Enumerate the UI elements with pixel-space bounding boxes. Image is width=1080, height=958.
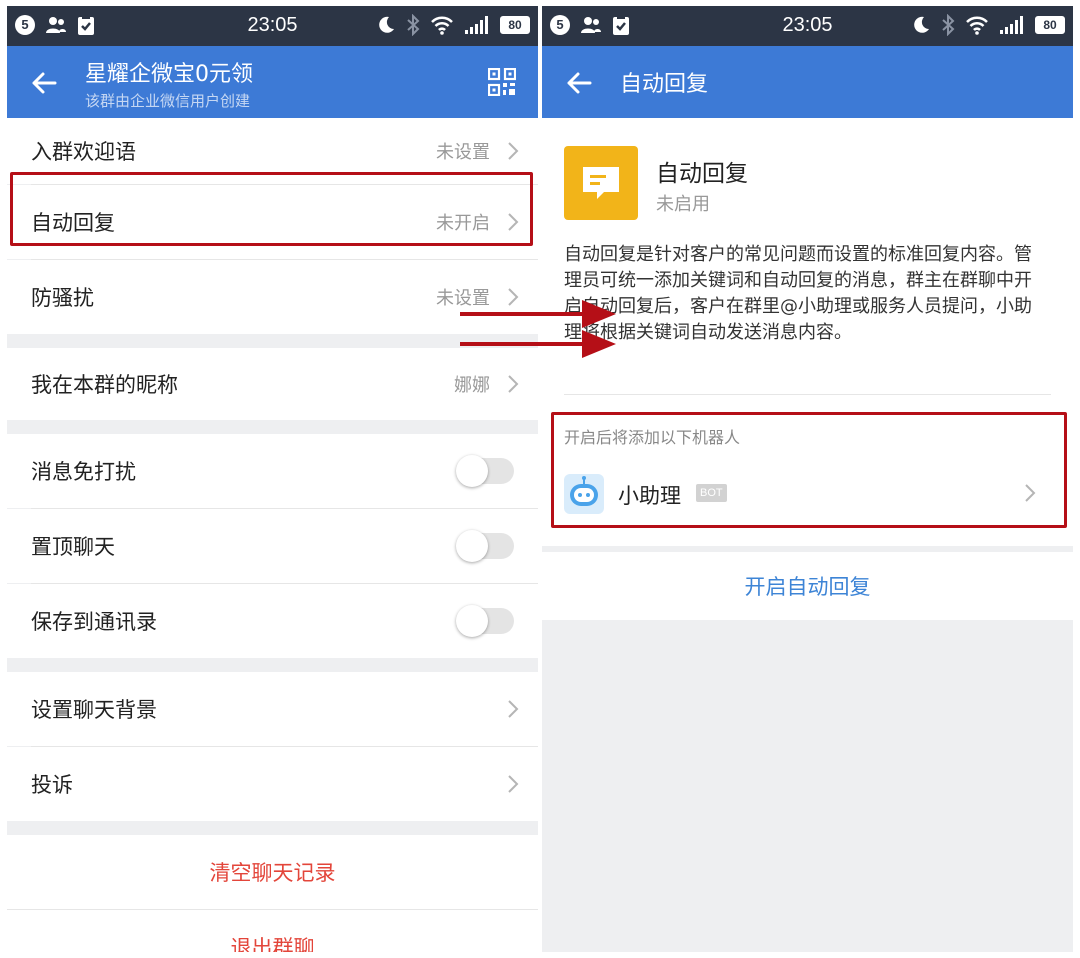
highlight-box-auto-reply <box>10 172 533 246</box>
bluetooth-icon <box>942 14 955 36</box>
pin-chat-toggle[interactable] <box>456 530 514 562</box>
row-label: 保存到通讯录 <box>31 610 157 634</box>
auto-reply-screen: 5 23:05 80 自动回复 自动回复 未启用 自动回复是针对客户的常见问题而… <box>542 6 1073 952</box>
clear-history-button[interactable]: 清空聊天记录 <box>7 835 538 909</box>
row-value: 娜娜 <box>454 375 490 396</box>
arrow-left-icon[interactable] <box>29 68 59 98</box>
row-label: 投诉 <box>31 773 73 797</box>
section-gap <box>7 658 538 672</box>
row-value: 未设置 <box>436 142 490 163</box>
status-bar: 5 23:05 80 <box>7 6 538 46</box>
battery-indicator: 80 <box>500 16 530 34</box>
group-subtitle: 该群由企业微信用户创建 <box>85 92 251 110</box>
settings-row-save-contacts[interactable]: 保存到通讯录 <box>7 584 538 658</box>
group-name: 星耀企微宝0元领 <box>85 62 253 87</box>
row-label: 防骚扰 <box>31 286 94 310</box>
arrow-right-icon <box>460 300 616 328</box>
settings-row-pin-chat[interactable]: 置顶聊天 <box>7 509 538 583</box>
wifi-icon <box>966 16 988 35</box>
toggle-knob <box>456 605 488 637</box>
row-label: 我在本群的昵称 <box>31 373 178 397</box>
chevron-right-icon <box>508 375 519 393</box>
status-bar: 5 23:05 80 <box>542 6 1073 46</box>
section-gap <box>7 420 538 434</box>
highlight-box-robot <box>551 412 1067 528</box>
bluetooth-icon <box>407 14 420 36</box>
feature-description: 自动回复是针对客户的常见问题而设置的标准回复内容。管理员可统一添加关键词和自动回… <box>564 244 1032 343</box>
settings-row-report[interactable]: 投诉 <box>7 747 538 821</box>
group-settings-screen: 5 23:05 80 星耀企微宝0元领 该群由企业微信用户创建 入群欢迎语 未设… <box>7 6 538 952</box>
toggle-knob <box>456 455 488 487</box>
clear-history-label: 清空聊天记录 <box>209 861 336 885</box>
signal-icon <box>1000 16 1023 34</box>
chevron-right-icon <box>508 775 519 793</box>
divider <box>564 394 1051 395</box>
feature-status: 未启用 <box>656 194 710 215</box>
signal-icon <box>465 16 488 34</box>
save-contacts-toggle[interactable] <box>456 605 514 637</box>
settings-row-mute[interactable]: 消息免打扰 <box>7 434 538 508</box>
row-label: 置顶聊天 <box>31 535 115 559</box>
feature-name: 自动回复 <box>656 161 748 187</box>
red-arrows-overlay <box>460 300 616 358</box>
section-gap <box>7 821 538 835</box>
exit-group-label: 退出群聊 <box>230 936 315 952</box>
nav-bar: 自动回复 <box>542 46 1073 118</box>
wifi-icon <box>431 16 453 35</box>
moon-icon <box>379 16 394 33</box>
page-title: 自动回复 <box>620 72 709 97</box>
settings-row-chat-background[interactable]: 设置聊天背景 <box>7 672 538 746</box>
exit-group-button[interactable]: 退出群聊 <box>7 910 538 952</box>
battery-indicator: 80 <box>1035 16 1065 34</box>
row-label: 消息免打扰 <box>31 460 136 484</box>
enable-auto-reply-label: 开启自动回复 <box>744 575 871 599</box>
qr-code-icon[interactable] <box>488 68 516 96</box>
row-label: 入群欢迎语 <box>31 140 136 164</box>
arrow-left-icon[interactable] <box>564 68 594 98</box>
chat-bubble-icon <box>564 146 638 220</box>
nav-bar: 星耀企微宝0元领 该群由企业微信用户创建 <box>7 46 538 118</box>
enable-auto-reply-button[interactable]: 开启自动回复 <box>542 552 1073 620</box>
mute-toggle[interactable] <box>456 455 514 487</box>
row-label: 设置聊天背景 <box>31 698 157 722</box>
toggle-knob <box>456 530 488 562</box>
chevron-right-icon <box>508 142 519 160</box>
chevron-right-icon <box>508 700 519 718</box>
arrow-right-icon <box>460 330 616 358</box>
moon-icon <box>914 16 929 33</box>
